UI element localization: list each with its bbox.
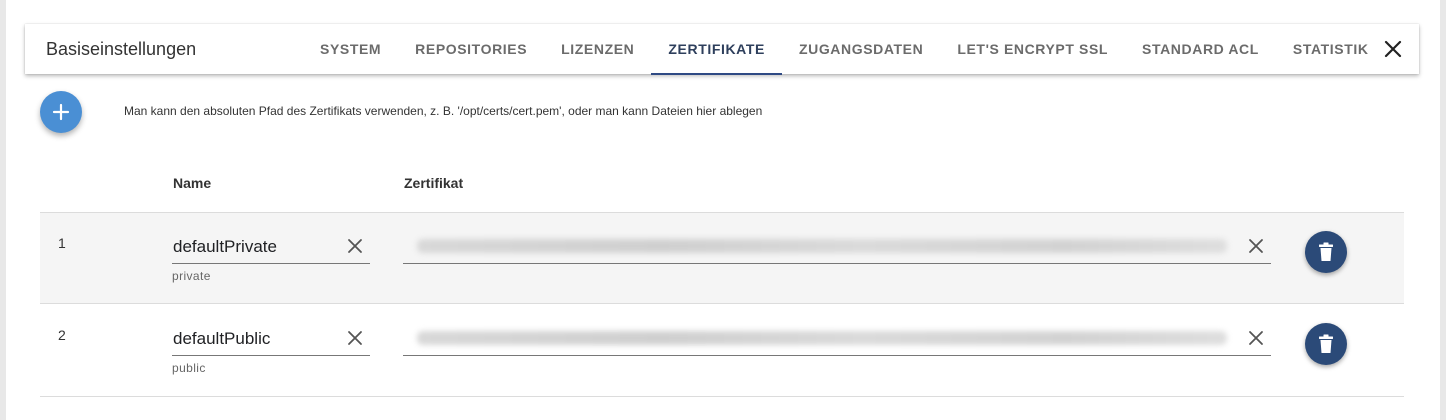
name-value: defaultPrivate (173, 237, 277, 256)
certificate-input[interactable] (403, 323, 1271, 356)
close-button[interactable] (1381, 37, 1405, 61)
tab-credentials[interactable]: ZUGANGSDATEN (782, 24, 940, 74)
tab-system[interactable]: SYSTEM (303, 24, 398, 74)
name-helper-text: private (172, 269, 211, 283)
tab-licenses[interactable]: LIZENZEN (544, 24, 651, 74)
certificate-row: 2 defaultPublic public (40, 305, 1404, 397)
certificate-input[interactable] (403, 231, 1271, 264)
row-index: 1 (58, 235, 66, 251)
clear-certificate-icon[interactable] (1247, 237, 1265, 255)
clear-name-icon[interactable] (346, 237, 364, 255)
dialog-title: Basiseinstellungen (46, 39, 197, 59)
dialog-right-edge (1440, 0, 1446, 420)
certificate-row: 1 defaultPrivate private (40, 212, 1404, 304)
certificate-value-redacted (417, 331, 1227, 345)
row-index: 2 (58, 327, 66, 343)
tab-label: LIZENZEN (561, 41, 635, 57)
clear-name-icon[interactable] (346, 329, 364, 347)
plus-icon (52, 103, 70, 121)
tab-certificates[interactable]: ZERTIFIKATE (651, 24, 782, 75)
close-icon (1384, 40, 1402, 58)
tab-label: ZERTIFIKATE (668, 41, 765, 57)
certificate-value-redacted (417, 239, 1227, 253)
tab-label: LET'S ENCRYPT SSL (957, 41, 1109, 57)
column-header-certificate: Zertifikat (404, 175, 464, 191)
name-helper-text: public (172, 361, 206, 375)
trash-icon (1319, 242, 1333, 261)
name-input[interactable]: defaultPrivate (172, 231, 370, 264)
name-value: defaultPublic (173, 329, 271, 348)
tab-label: REPOSITORIES (415, 41, 528, 57)
tab-label: STANDARD ACL (1142, 41, 1259, 57)
add-certificate-button[interactable] (40, 91, 82, 133)
name-input[interactable]: defaultPublic (172, 323, 370, 356)
clear-certificate-icon[interactable] (1247, 329, 1265, 347)
tab-label: STATISTIK (1292, 41, 1369, 57)
tab-label: SYSTEM (320, 41, 382, 57)
dialog-header: Basiseinstellungen SYSTEM REPOSITORIES L… (25, 24, 1419, 75)
tab-label: ZUGANGSDATEN (798, 41, 924, 57)
certificate-hint: Man kann den absoluten Pfad des Zertifik… (124, 104, 763, 118)
tab-standard-acl[interactable]: STANDARD ACL (1125, 24, 1276, 74)
dialog-left-edge (0, 0, 6, 420)
tab-repositories[interactable]: REPOSITORIES (398, 24, 544, 74)
tab-statistics[interactable]: STATISTIK (1276, 24, 1386, 74)
tab-bar: SYSTEM REPOSITORIES LIZENZEN ZERTIFIKATE… (303, 24, 1386, 75)
settings-dialog: Basiseinstellungen SYSTEM REPOSITORIES L… (0, 0, 1446, 420)
delete-certificate-button[interactable] (1305, 231, 1347, 273)
delete-certificate-button[interactable] (1305, 323, 1347, 365)
tab-lets-encrypt[interactable]: LET'S ENCRYPT SSL (940, 24, 1125, 74)
column-header-name: Name (173, 175, 212, 191)
trash-icon (1319, 334, 1333, 353)
